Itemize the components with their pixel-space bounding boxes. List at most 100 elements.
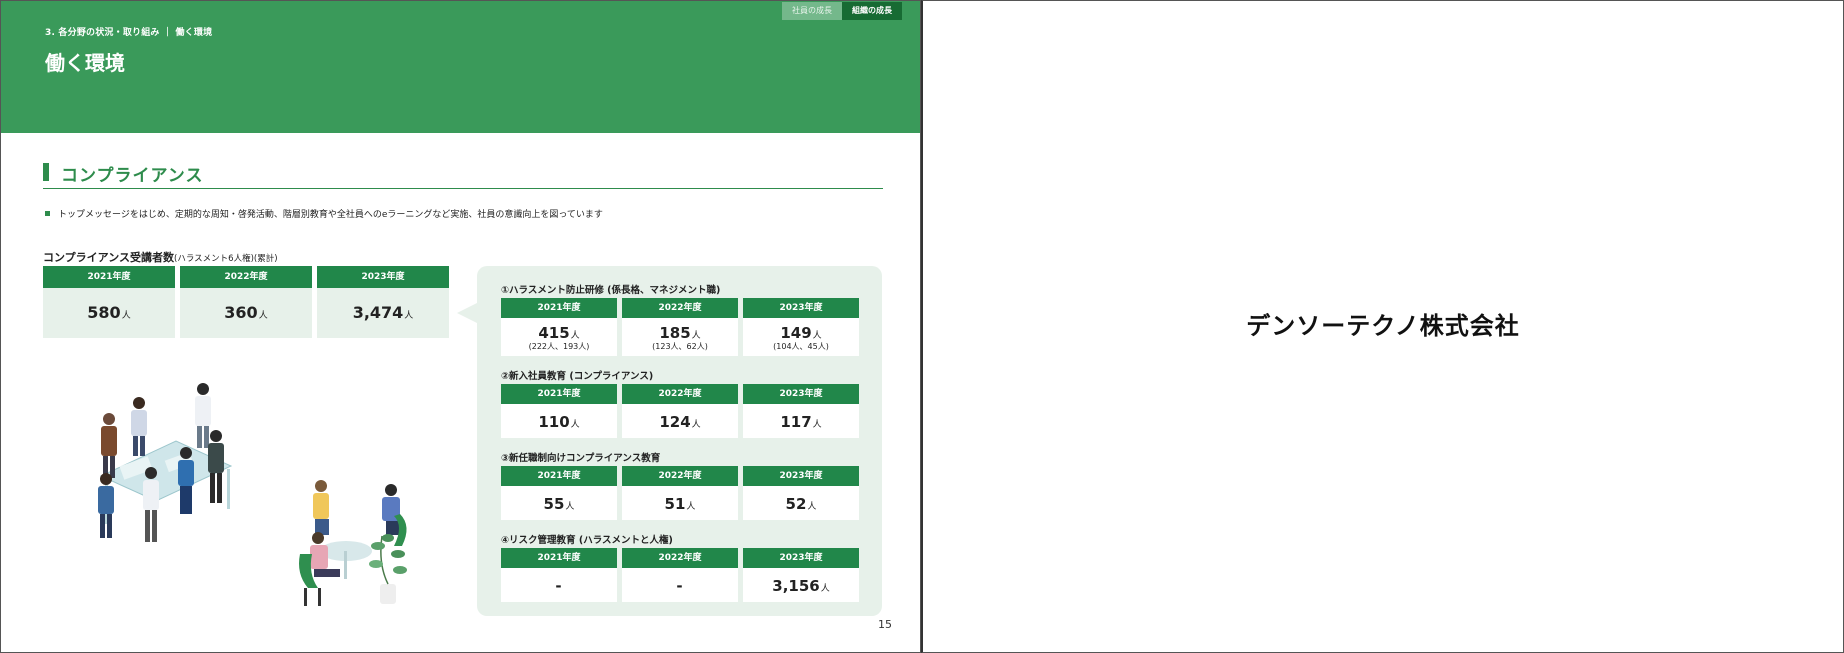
year-header: 2021年度 [501, 548, 617, 568]
unit: 人 [570, 419, 580, 430]
value-box: 52人 [743, 486, 859, 520]
section-tabs: 社員の成長 組織の成長 [782, 2, 902, 20]
main-stat-cell: 2021年度 580人 [43, 266, 175, 338]
group-cell: 2022年度 - [622, 548, 738, 602]
year-header: 2021年度 [501, 384, 617, 404]
group-cell: 2023年度 52人 [743, 466, 859, 520]
value-box: 185人 (123人、62人) [622, 318, 738, 356]
value: 3,156 [772, 576, 820, 595]
group-title: ①ハラスメント防止研修 (係長格、マネジメント職) [501, 285, 721, 296]
section-marker [43, 163, 49, 181]
year-header: 2022年度 [622, 466, 738, 486]
page-number: 15 [878, 618, 892, 631]
stat-value: 360 [224, 303, 258, 322]
group-cell: 2023年度 117人 [743, 384, 859, 438]
stat-value: 3,474 [352, 303, 404, 322]
value: 55 [543, 494, 565, 513]
casual-meeting-illustration [299, 480, 407, 606]
main-stat-cell: 2023年度 3,474人 [317, 266, 449, 338]
breakdown: (123人、62人) [652, 341, 708, 351]
group-cell: 2021年度 110人 [501, 384, 617, 438]
intro-text: トップメッセージをはじめ、定期的な周知・啓発活動、階層別教育や全社員へのeラーニ… [58, 210, 603, 220]
group-cells: 2021年度 - 2022年度 - 2023年度 3,156人 [501, 548, 859, 602]
group-cell: 2023年度 3,156人 [743, 548, 859, 602]
main-stat-cell: 2022年度 360人 [180, 266, 312, 338]
unit: 人 [565, 501, 575, 512]
value: 117 [780, 412, 812, 431]
unit: 人 [570, 330, 580, 341]
group-cell: 2022年度 51人 [622, 466, 738, 520]
main-stats-label: コンプライアンス受講者数 [43, 251, 175, 264]
callout-arrow [457, 303, 477, 323]
value-box: 55人 [501, 486, 617, 520]
section-heading: コンプライアンス [43, 161, 883, 189]
stat-value: 580 [87, 303, 121, 322]
unit: 人 [812, 330, 822, 341]
year-header: 2023年度 [317, 266, 449, 288]
value: 110 [538, 412, 570, 431]
document-spread: 3. 各分野の状況・取り組み ｜ 働く環境 働く環境 社員の成長 組織の成長 コ… [0, 0, 1844, 653]
unit: 人 [812, 419, 822, 430]
main-stats-note: (ハラスメント6人権)(累計) [174, 254, 278, 264]
intro-bullet: トップメッセージをはじめ、定期的な周知・啓発活動、階層別教育や全社員へのeラーニ… [45, 207, 603, 220]
unit: 人 [691, 330, 701, 341]
header-band: 3. 各分野の状況・取り組み ｜ 働く環境 働く環境 社員の成長 組織の成長 [1, 1, 920, 133]
left-page: 3. 各分野の状況・取り組み ｜ 働く環境 働く環境 社員の成長 組織の成長 コ… [0, 0, 921, 653]
value-box: 51人 [622, 486, 738, 520]
value: - [555, 576, 562, 595]
year-header: 2022年度 [180, 266, 312, 288]
unit: 人 [807, 501, 817, 512]
stat-value-box: 580人 [43, 288, 175, 338]
group-cells: 2021年度 110人 2022年度 124人 2023年度 117人 [501, 384, 859, 438]
value: - [676, 576, 683, 595]
breakdown: (104人、45人) [773, 341, 829, 351]
value-box: 117人 [743, 404, 859, 438]
stat-value-box: 360人 [180, 288, 312, 338]
year-header: 2023年度 [743, 384, 859, 404]
unit: 人 [820, 583, 830, 594]
stat-unit: 人 [404, 311, 414, 321]
group-title: ③新任職制向けコンプライアンス教育 [501, 453, 661, 464]
group-cell: 2023年度 149人 (104人、45人) [743, 298, 859, 356]
office-meeting-illustration [98, 383, 233, 542]
stat-unit: 人 [121, 311, 131, 321]
year-header: 2023年度 [743, 298, 859, 318]
company-name: デンソーテクノ株式会社 [1246, 312, 1520, 340]
group-title: ④リスク管理教育 (ハラスメントと人権) [501, 535, 673, 546]
value: 185 [659, 323, 691, 342]
group-cell: 2021年度 - [501, 548, 617, 602]
stat-value-box: 3,474人 [317, 288, 449, 338]
value-box: - [501, 568, 617, 602]
year-header: 2023年度 [743, 548, 859, 568]
section-title: コンプライアンス [61, 166, 204, 186]
value-box: 3,156人 [743, 568, 859, 602]
main-stats-cells: 2021年度 580人 2022年度 360人 2023年度 3,474人 [43, 266, 449, 338]
group-cells: 2021年度 415人 (222人、193人) 2022年度 185人 (123人、… [501, 298, 859, 356]
value-box: 415人 (222人、193人) [501, 318, 617, 356]
value: 415 [538, 323, 570, 342]
group-cell: 2022年度 124人 [622, 384, 738, 438]
value: 52 [785, 494, 807, 513]
value-box: 149人 (104人、45人) [743, 318, 859, 356]
value-box: 110人 [501, 404, 617, 438]
tab-organization-growth[interactable]: 組織の成長 [842, 2, 902, 20]
year-header: 2021年度 [501, 298, 617, 318]
group-cell: 2022年度 185人 (123人、62人) [622, 298, 738, 356]
group-cell: 2021年度 415人 (222人、193人) [501, 298, 617, 356]
breakdown-panel: ①ハラスメント防止研修 (係長格、マネジメント職) 2021年度 415人 (22… [477, 266, 882, 616]
bullet-square-icon [45, 211, 50, 216]
unit: 人 [686, 501, 696, 512]
value: 149 [780, 323, 812, 342]
unit: 人 [691, 419, 701, 430]
year-header: 2022年度 [622, 384, 738, 404]
tab-employee-growth[interactable]: 社員の成長 [782, 2, 842, 20]
year-header: 2021年度 [43, 266, 175, 288]
breakdown: (222人、193人) [528, 341, 590, 351]
main-stats-title: コンプライアンス受講者数(ハラスメント6人権)(累計) [43, 249, 278, 265]
group-title: ②新入社員教育 (コンプライアンス) [501, 371, 654, 382]
year-header: 2022年度 [622, 298, 738, 318]
group-cell: 2021年度 55人 [501, 466, 617, 520]
value-box: - [622, 568, 738, 602]
year-header: 2022年度 [622, 548, 738, 568]
right-page: デンソーテクノ株式会社 [921, 0, 1844, 653]
